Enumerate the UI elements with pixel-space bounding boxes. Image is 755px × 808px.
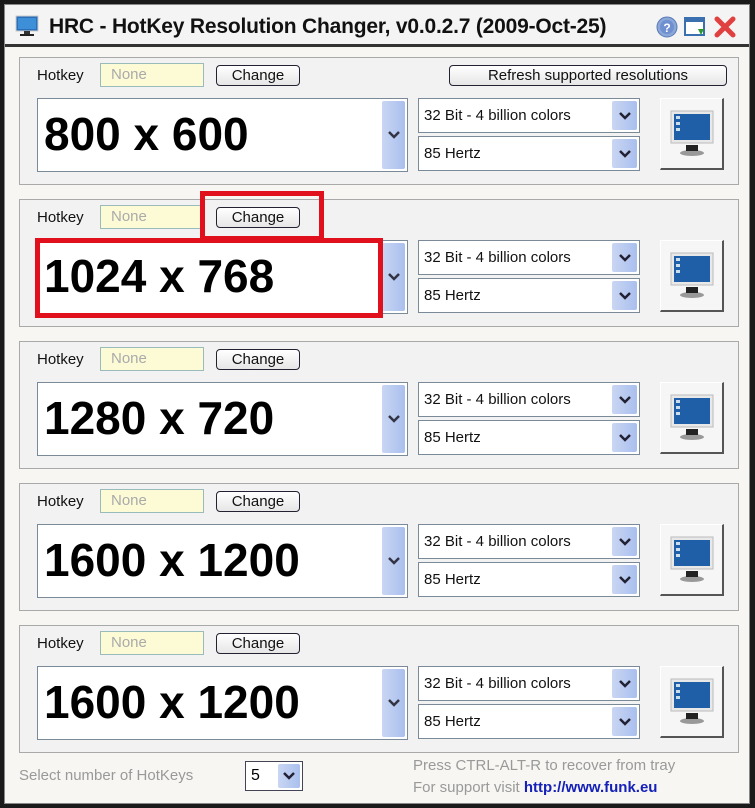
hotkey-label: Hotkey: [37, 67, 84, 84]
chevron-down-icon[interactable]: [278, 764, 300, 788]
app-window: HRC - HotKey Resolution Changer, v0.0.2.…: [4, 4, 750, 804]
change-hotkey-button[interactable]: Change: [216, 633, 300, 654]
tray-icon[interactable]: [683, 15, 707, 39]
chevron-down-icon[interactable]: [612, 385, 637, 414]
resolution-select[interactable]: 800 x 600: [37, 98, 408, 172]
chevron-down-icon[interactable]: [612, 139, 637, 168]
chevron-down-icon[interactable]: [382, 101, 405, 169]
chevron-down-icon[interactable]: [612, 243, 637, 272]
resolution-value: 1024 x 768: [44, 250, 275, 302]
chevron-down-icon[interactable]: [382, 527, 405, 595]
resolution-value: 1280 x 720: [44, 392, 275, 444]
resolution-value: 800 x 600: [44, 108, 249, 160]
color-depth-value: 32 Bit - 4 billion colors: [424, 675, 571, 692]
hotkey-label: Hotkey: [37, 635, 84, 652]
refresh-rate-select[interactable]: 85 Hertz: [418, 562, 640, 597]
refresh-rate-value: 85 Hertz: [424, 287, 481, 304]
hotkey-field[interactable]: None: [100, 347, 204, 371]
change-hotkey-button[interactable]: Change: [216, 491, 300, 512]
hotkey-label: Hotkey: [37, 351, 84, 368]
resolution-value: 1600 x 1200: [44, 534, 300, 586]
support-hint: For support visit http://www.funk.eu: [413, 779, 657, 796]
chevron-down-icon[interactable]: [382, 669, 405, 737]
refresh-rate-value: 85 Hertz: [424, 713, 481, 730]
chevron-down-icon[interactable]: [382, 385, 405, 453]
hotkey-label: Hotkey: [37, 493, 84, 510]
refresh-rate-value: 85 Hertz: [424, 145, 481, 162]
profile-panel: Hotkey None Change Refresh supported res…: [19, 57, 739, 185]
resolution-select[interactable]: 1600 x 1200: [37, 666, 408, 740]
profile-panel: Hotkey None Change 1280 x 720 32 Bit - 4…: [19, 341, 739, 469]
change-hotkey-button[interactable]: Change: [216, 65, 300, 86]
refresh-resolutions-button[interactable]: Refresh supported resolutions: [449, 65, 727, 86]
refresh-rate-select[interactable]: 85 Hertz: [418, 136, 640, 171]
hotkey-count-label: Select number of HotKeys: [19, 767, 194, 784]
resolution-value: 1600 x 1200: [44, 676, 300, 728]
hotkey-label: Hotkey: [37, 209, 84, 226]
window-title: HRC - HotKey Resolution Changer, v0.0.2.…: [49, 15, 607, 38]
hotkey-field[interactable]: None: [100, 489, 204, 513]
chevron-down-icon[interactable]: [612, 423, 637, 452]
color-depth-select[interactable]: 32 Bit - 4 billion colors: [418, 382, 640, 417]
monitor-icon: [670, 678, 714, 724]
hotkey-count-select[interactable]: 5: [245, 761, 303, 791]
refresh-rate-value: 85 Hertz: [424, 571, 481, 588]
refresh-rate-select[interactable]: 85 Hertz: [418, 704, 640, 739]
hotkey-field[interactable]: None: [100, 205, 204, 229]
resolution-select[interactable]: 1280 x 720: [37, 382, 408, 456]
color-depth-value: 32 Bit - 4 billion colors: [424, 249, 571, 266]
apply-resolution-button[interactable]: [660, 98, 724, 170]
support-prefix: For support visit: [413, 779, 520, 796]
apply-resolution-button[interactable]: [660, 666, 724, 738]
apply-resolution-button[interactable]: [660, 382, 724, 454]
change-hotkey-button[interactable]: Change: [216, 349, 300, 370]
refresh-rate-value: 85 Hertz: [424, 429, 481, 446]
change-hotkey-button[interactable]: Change: [216, 207, 300, 228]
chevron-down-icon[interactable]: [612, 281, 637, 310]
monitor-icon: [670, 536, 714, 582]
color-depth-select[interactable]: 32 Bit - 4 billion colors: [418, 98, 640, 133]
color-depth-value: 32 Bit - 4 billion colors: [424, 391, 571, 408]
close-icon[interactable]: [713, 15, 737, 39]
monitor-icon: [670, 252, 714, 298]
apply-resolution-button[interactable]: [660, 240, 724, 312]
chevron-down-icon[interactable]: [612, 527, 637, 556]
color-depth-select[interactable]: 32 Bit - 4 billion colors: [418, 666, 640, 701]
color-depth-select[interactable]: 32 Bit - 4 billion colors: [418, 524, 640, 559]
chevron-down-icon[interactable]: [612, 669, 637, 698]
color-depth-select[interactable]: 32 Bit - 4 billion colors: [418, 240, 640, 275]
profile-panel: Hotkey None Change 1024 x 768 32 Bit - 4…: [19, 199, 739, 327]
chevron-down-icon[interactable]: [612, 565, 637, 594]
color-depth-value: 32 Bit - 4 billion colors: [424, 107, 571, 124]
color-depth-value: 32 Bit - 4 billion colors: [424, 533, 571, 550]
hotkey-field[interactable]: None: [100, 631, 204, 655]
refresh-rate-select[interactable]: 85 Hertz: [418, 420, 640, 455]
hotkey-field[interactable]: None: [100, 63, 204, 87]
refresh-rate-select[interactable]: 85 Hertz: [418, 278, 640, 313]
monitor-icon: [15, 15, 39, 36]
profile-panel: Hotkey None Change 1600 x 1200 32 Bit - …: [19, 625, 739, 753]
monitor-icon: [670, 110, 714, 156]
title-bar: HRC - HotKey Resolution Changer, v0.0.2.…: [5, 5, 749, 47]
hotkey-count-value: 5: [251, 767, 260, 784]
chevron-down-icon[interactable]: [382, 243, 405, 311]
recover-hint: Press CTRL-ALT-R to recover from tray: [413, 757, 676, 774]
apply-resolution-button[interactable]: [660, 524, 724, 596]
profile-panel: Hotkey None Change 1600 x 1200 32 Bit - …: [19, 483, 739, 611]
chevron-down-icon[interactable]: [612, 101, 637, 130]
support-link[interactable]: http://www.funk.eu: [524, 779, 658, 796]
monitor-icon: [670, 394, 714, 440]
help-icon[interactable]: ?: [655, 15, 679, 39]
chevron-down-icon[interactable]: [612, 707, 637, 736]
resolution-select[interactable]: 1600 x 1200: [37, 524, 408, 598]
resolution-select[interactable]: 1024 x 768: [37, 240, 408, 314]
svg-text:?: ?: [663, 21, 670, 35]
